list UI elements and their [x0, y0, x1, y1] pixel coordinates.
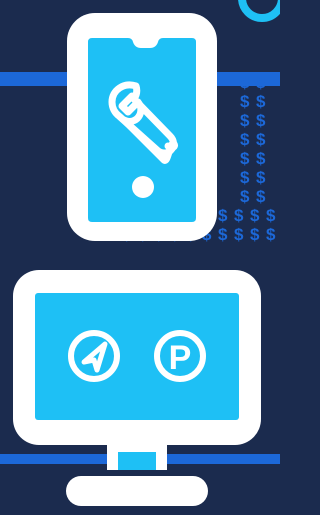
dollar-sign: $ — [240, 149, 250, 168]
monitor-screen — [35, 293, 239, 420]
dollar-sign: $ — [240, 73, 250, 92]
monitor-neck-inner — [118, 452, 156, 470]
dollar-sign: $ — [250, 225, 260, 244]
illustration-scene: $$$$$$$$$$$$$$$$$$$$$$$$$$$$$$$$$$$$ — [0, 0, 280, 515]
dollar-sign: $ — [256, 73, 266, 92]
scene-svg: $$$$$$$$$$$$$$$$$$$$$$$$$$$$$$$$$$$$ — [0, 0, 280, 515]
dollar-sign: $ — [256, 149, 266, 168]
dollar-sign: $ — [240, 130, 250, 149]
parking-glyph: P — [169, 339, 192, 377]
dollar-sign: $ — [266, 225, 276, 244]
dollar-sign: $ — [234, 225, 244, 244]
monitor-base — [66, 476, 208, 506]
dollar-sign: $ — [266, 206, 276, 225]
dollar-sign: $ — [240, 168, 250, 187]
dollar-sign: $ — [256, 168, 266, 187]
dollar-sign: $ — [256, 111, 266, 130]
dollar-sign: $ — [240, 92, 250, 111]
dollar-sign: $ — [234, 206, 244, 225]
dollar-sign: $ — [218, 225, 228, 244]
phone — [67, 13, 217, 241]
dollar-sign: $ — [240, 187, 250, 206]
dollar-sign: $ — [256, 187, 266, 206]
home-button-dot — [132, 176, 154, 198]
dollar-sign: $ — [256, 130, 266, 149]
dollar-sign: $ — [218, 206, 228, 225]
dollar-sign: $ — [256, 92, 266, 111]
dollar-sign: $ — [240, 111, 250, 130]
dollar-sign: $ — [250, 206, 260, 225]
